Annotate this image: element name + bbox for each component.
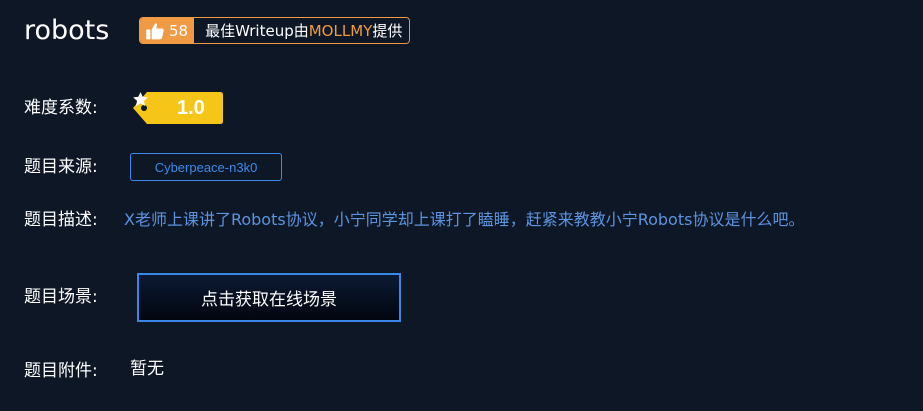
writeup-suffix: 提供 (372, 22, 403, 40)
get-online-scene-button[interactable]: 点击获取在线场景 (137, 273, 401, 322)
star-icon (133, 92, 148, 106)
source-label: 题目来源: (24, 157, 98, 177)
writeup-prefix: 最佳Writeup由 (205, 22, 309, 40)
difficulty-badge: 1.0 (132, 91, 224, 125)
thumbs-up-icon (146, 22, 164, 39)
writeup-badge[interactable]: 58 最佳Writeup由 MOLLMY 提供 (139, 17, 411, 44)
like-section[interactable]: 58 (140, 18, 195, 43)
description-text: X老师上课讲了Robots协议，小宁同学却上课打了瞌睡，赶紧来教教小宁Robot… (124, 210, 805, 229)
description-label: 题目描述: (24, 210, 98, 230)
challenge-title: robots (24, 15, 110, 46)
attachment-value: 暂无 (130, 359, 164, 379)
writeup-author[interactable]: MOLLMY (309, 22, 373, 40)
difficulty-label: 难度系数: (24, 98, 98, 118)
source-badge[interactable]: Cyberpeace-n3k0 (130, 153, 282, 181)
difficulty-value: 1.0 (177, 97, 205, 119)
challenge-detail-panel: robots 58 最佳Writeup由 MOLLMY 提供 难度系数: 1.0 题… (0, 0, 923, 411)
like-count: 58 (169, 21, 189, 40)
scene-label: 题目场景: (24, 287, 98, 307)
attachment-label: 题目附件: (24, 361, 98, 381)
best-writeup-link[interactable]: 最佳Writeup由 MOLLMY 提供 (194, 18, 410, 43)
